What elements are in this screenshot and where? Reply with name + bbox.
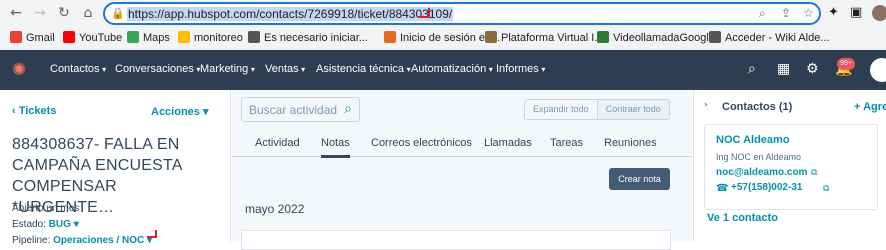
- bookmark-favicon-icon: [178, 31, 190, 43]
- profile-avatar[interactable]: [872, 5, 886, 21]
- nav-item[interactable]: Asistencia técnica: [316, 63, 411, 75]
- bookmark-item[interactable]: Maps: [127, 31, 170, 45]
- contacts-header[interactable]: Contactos (1): [722, 101, 792, 113]
- red-annotation-mark: [147, 230, 157, 238]
- bookmark-label: Gmail: [26, 32, 55, 44]
- bookmark-favicon-icon: [127, 31, 139, 43]
- notifications-badge: 99+: [837, 58, 855, 70]
- bookmark-label: Es necesario iniciar...: [264, 32, 368, 44]
- contact-name-link[interactable]: NOC Aldeamo: [716, 134, 790, 146]
- browser-chrome: ← → ↻ ⌂ 🔒 https://app.hubspot.com/contac…: [0, 0, 886, 50]
- copy-email-icon[interactable]: ⧉: [811, 167, 817, 178]
- zoom-icon[interactable]: ⌕: [759, 6, 766, 21]
- activity-tab[interactable]: Correos electrónicos: [371, 137, 472, 149]
- bookmark-favicon-icon: [384, 31, 396, 43]
- bookmark-label: Maps: [143, 32, 170, 44]
- search-icon[interactable]: ⌕: [344, 101, 352, 117]
- url-text[interactable]: https://app.hubspot.com/contacts/7269918…: [127, 7, 454, 21]
- contact-card: NOC Aldeamo Ing NOC en Aldeamo noc@aldea…: [704, 124, 878, 210]
- nav-item[interactable]: Informes: [496, 63, 545, 75]
- collapse-all-button[interactable]: Contraer todo: [598, 100, 670, 119]
- bookmark-item[interactable]: VideollamadaGoogl...: [597, 31, 718, 45]
- bookmark-favicon-icon: [597, 31, 609, 43]
- bookmark-item[interactable]: Inicio de sesión en...: [384, 31, 500, 45]
- activity-tabs: Actividad Notas Correos electrónicos Llamad…: [232, 128, 692, 158]
- back-arrow-icon[interactable]: ←: [7, 4, 25, 22]
- search-icon[interactable]: ⌕: [748, 61, 756, 77]
- bookmark-item[interactable]: monitoreo: [178, 31, 243, 45]
- bookmark-star-icon[interactable]: ☆: [803, 6, 814, 20]
- phone-icon: ☎: [716, 183, 729, 194]
- activity-tab[interactable]: Actividad: [255, 137, 300, 149]
- activity-panel: Buscar actividad ⌕ Expandir todo Contrae…: [232, 90, 692, 250]
- activity-tab[interactable]: Reuniones: [604, 137, 657, 149]
- sidebar-icon[interactable]: ▣: [850, 5, 862, 20]
- activity-tab[interactable]: Tareas: [550, 137, 583, 149]
- create-note-button[interactable]: Crear nota: [609, 168, 670, 190]
- nav-item[interactable]: Automatización: [411, 63, 493, 75]
- share-icon[interactable]: ⇪: [781, 6, 791, 20]
- pipeline-label: Pipeline:: [12, 235, 51, 246]
- note-card[interactable]: [241, 230, 671, 250]
- search-placeholder: Buscar actividad: [249, 103, 338, 117]
- address-row: ← → ↻ ⌂ 🔒 https://app.hubspot.com/contac…: [0, 0, 886, 27]
- bookmark-label: YouTube: [79, 32, 123, 44]
- add-contact-link[interactable]: + Agreg: [854, 101, 886, 113]
- back-to-tickets-link[interactable]: ‹ Tickets: [12, 105, 56, 117]
- contact-email-link[interactable]: noc@aldeamo.com: [716, 167, 807, 178]
- view-contacts-link[interactable]: Ve 1 contacto: [707, 212, 778, 224]
- home-icon[interactable]: ⌂: [79, 4, 97, 22]
- pipeline-row: Pipeline: Operaciones / NOC ▾: [12, 235, 152, 246]
- nav-item[interactable]: Marketing: [200, 63, 255, 75]
- bookmark-item[interactable]: Gmail: [10, 31, 55, 45]
- associations-panel: › Contactos (1) + Agreg NOC Aldeamo Ing …: [693, 90, 886, 242]
- bookmark-item[interactable]: Es necesario iniciar...: [248, 31, 368, 45]
- address-bar[interactable]: 🔒 https://app.hubspot.com/contacts/72699…: [103, 2, 821, 25]
- ticket-sidebar: ‹ Tickets Acciones ▾ 884308637- FALLA EN…: [0, 90, 231, 246]
- expand-collapse-group: Expandir todo Contraer todo: [524, 99, 670, 120]
- pipeline-dropdown[interactable]: Operaciones / NOC ▾: [53, 235, 152, 246]
- bookmark-label: Acceder - Wiki Alde...: [725, 32, 830, 44]
- nav-item[interactable]: Contactos: [50, 63, 106, 75]
- bookmark-label: monitoreo: [194, 32, 243, 44]
- bookmark-label: Plataforma Virtual I...: [501, 32, 604, 44]
- bookmark-item[interactable]: Acceder - Wiki Alde...: [709, 31, 830, 45]
- contact-role: Ing NOC en Aldeamo: [716, 152, 802, 162]
- bookmark-favicon-icon: [63, 31, 75, 43]
- bookmark-item[interactable]: Plataforma Virtual I...: [485, 31, 604, 45]
- bookmark-favicon-icon: [485, 31, 497, 43]
- reload-icon[interactable]: ↻: [55, 4, 73, 22]
- bookmarks-bar: Gmail YouTube Maps monitoreo Es necesario in…: [0, 27, 886, 49]
- forward-arrow-icon[interactable]: →: [31, 4, 49, 22]
- actions-dropdown[interactable]: Acciones ▾: [151, 105, 209, 118]
- opened-label: Abierto un mes: [12, 203, 80, 214]
- hubspot-top-nav: ✺ Contactos ConversacionesMarketing Ventas…: [0, 50, 886, 90]
- status-row: Estado: BUG ▾: [12, 219, 79, 230]
- expand-all-button[interactable]: Expandir todo: [525, 100, 598, 119]
- copy-phone-icon[interactable]: ⧉: [823, 183, 829, 194]
- chevron-right-icon[interactable]: ›: [704, 100, 708, 110]
- activity-tab[interactable]: Notas: [321, 137, 350, 158]
- contact-phone-link[interactable]: +57(158)002-31: [731, 182, 802, 193]
- red-annotation-mark: [418, 8, 430, 18]
- nav-item[interactable]: Ventas: [265, 63, 305, 75]
- lock-icon: 🔒: [111, 7, 125, 20]
- settings-gear-icon[interactable]: ⚙: [806, 61, 819, 77]
- account-avatar[interactable]: [870, 58, 886, 82]
- extensions-icon[interactable]: ✦: [828, 5, 839, 20]
- bookmark-favicon-icon: [248, 31, 260, 43]
- marketplace-icon[interactable]: ▦: [777, 61, 790, 77]
- status-dropdown[interactable]: BUG ▾: [49, 219, 79, 230]
- month-heading: mayo 2022: [245, 202, 305, 216]
- bookmark-favicon-icon: [709, 31, 721, 43]
- bookmark-item[interactable]: YouTube: [63, 31, 122, 45]
- bookmark-label: VideollamadaGoogl...: [613, 32, 718, 44]
- nav-item[interactable]: Conversaciones: [115, 63, 200, 75]
- bookmark-favicon-icon: [10, 31, 22, 43]
- hubspot-logo-icon[interactable]: ✺: [12, 61, 30, 79]
- activity-tab[interactable]: Llamadas: [484, 137, 532, 149]
- activity-search-input[interactable]: Buscar actividad ⌕: [241, 97, 360, 122]
- status-label: Estado:: [12, 219, 46, 230]
